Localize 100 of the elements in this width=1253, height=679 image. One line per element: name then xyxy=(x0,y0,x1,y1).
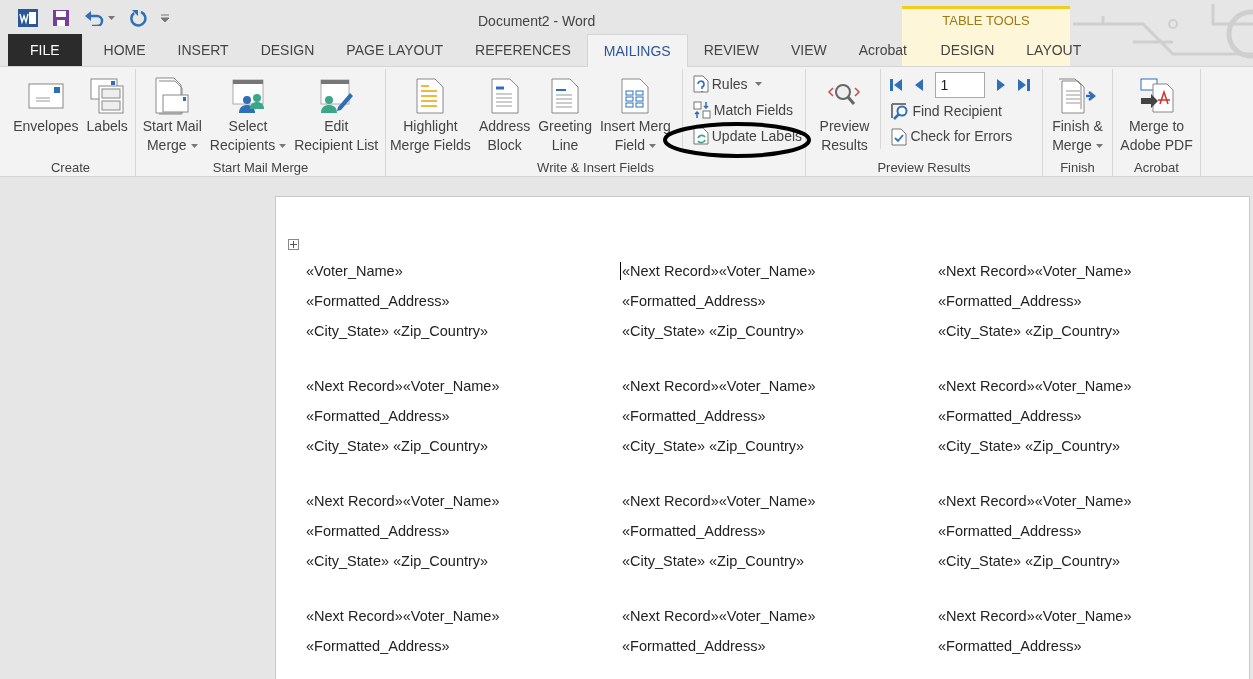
merge-field-text: «Formatted_Address» xyxy=(622,637,766,656)
merge-field-text: «City_State» «Zip_Country» xyxy=(938,552,1121,571)
caret-icon xyxy=(190,144,198,149)
merge-field-text: «City_State» «Zip_Country» xyxy=(306,437,489,456)
merge-field-text: «Voter_Name» xyxy=(306,262,403,281)
merge-field-text: «Formatted_Address» xyxy=(938,522,1082,541)
ribbon-tab[interactable]: INSERT xyxy=(161,34,245,66)
merge-field-text: «Formatted_Address» xyxy=(938,637,1082,656)
merge-field-text: «Formatted_Address» xyxy=(622,407,766,426)
recipient-list-edit-icon xyxy=(318,79,355,113)
highlighted-document-icon xyxy=(416,78,445,114)
ribbon-button[interactable]: Preview Results xyxy=(816,69,873,157)
labels-icon xyxy=(90,78,125,114)
ribbon-button[interactable]: Finish & Merge xyxy=(1049,69,1106,157)
word-logo-icon[interactable] xyxy=(18,8,38,27)
ribbon-button[interactable]: Edit Recipient List xyxy=(291,69,382,157)
greeting-document-icon xyxy=(551,78,580,114)
ribbon-tab[interactable]: HOME xyxy=(87,34,162,66)
ribbon-tab[interactable]: Acrobat xyxy=(842,34,923,66)
merge-field-text: «Formatted_Address» xyxy=(306,407,450,426)
ribbon-small-button[interactable]: Check for Errors xyxy=(889,124,1032,149)
merge-field-text: «Next Record»«Voter_Name» xyxy=(622,492,816,511)
contextual-tab[interactable]: DESIGN xyxy=(928,34,1007,66)
ribbon-tab[interactable]: REFERENCES xyxy=(459,34,587,66)
document-envelope-icon xyxy=(154,77,191,115)
envelope-icon xyxy=(27,83,64,109)
ribbon-button[interactable]: Start Mail Merge xyxy=(139,69,205,157)
update-labels-icon xyxy=(692,127,709,145)
merge-field-text: «Next Record»«Voter_Name» xyxy=(306,607,500,626)
merge-field-text: «Formatted_Address» xyxy=(306,637,450,656)
first-record-icon[interactable] xyxy=(889,78,904,93)
ribbon-button[interactable]: Envelopes xyxy=(10,69,82,157)
merge-field-text: «Formatted_Address» xyxy=(306,292,450,311)
document-arrow-icon xyxy=(1057,78,1098,114)
ribbon-button[interactable]: Insert Merg Field xyxy=(596,69,674,157)
ribbon-button[interactable]: Highlight Merge Fields xyxy=(386,69,474,157)
ribbon-button[interactable]: Select Recipients xyxy=(206,69,290,157)
caret-icon xyxy=(1095,144,1103,149)
merge-field-text: «Next Record»«Voter_Name» xyxy=(938,377,1132,396)
ribbon-small-button[interactable]: Rules xyxy=(690,71,805,97)
ribbon-small-button[interactable]: Find Recipient xyxy=(889,99,1032,125)
ribbon-button[interactable]: Address Block xyxy=(475,69,534,157)
contextual-tab-group-title: TABLE TOOLS xyxy=(942,12,1030,30)
group-label: Write & Insert Fields xyxy=(536,159,655,177)
window-title: Document2 - Word xyxy=(478,12,596,30)
match-fields-icon xyxy=(692,101,711,119)
merge-field-text: «City_State» «Zip_Country» xyxy=(938,322,1121,341)
address-document-icon xyxy=(490,78,519,114)
ribbon-tab[interactable]: DESIGN xyxy=(244,34,331,66)
merge-field-text: «City_State» «Zip_Country» xyxy=(622,322,805,341)
ribbon-tab[interactable]: PAGE LAYOUT xyxy=(330,34,460,66)
last-record-icon[interactable] xyxy=(1017,78,1032,93)
group-label: Start Mail Merge xyxy=(211,159,310,177)
group-label: Acrobat xyxy=(1133,159,1180,177)
dropdown-caret-icon[interactable] xyxy=(108,15,115,20)
undo-icon[interactable] xyxy=(84,9,104,26)
merge-field-text: «Next Record»«Voter_Name» xyxy=(306,377,500,396)
merge-field-text: «Next Record»«Voter_Name» xyxy=(622,262,816,281)
caret-icon xyxy=(649,144,656,149)
caret-icon xyxy=(754,82,762,86)
merge-field-text: «Next Record»«Voter_Name» xyxy=(938,607,1132,626)
ribbon-button[interactable]: Greeting Line xyxy=(535,69,595,157)
recipients-icon xyxy=(230,79,267,113)
merge-field-text: «Next Record»«Voter_Name» xyxy=(622,377,816,396)
contextual-tab[interactable]: LAYOUT xyxy=(1014,34,1094,66)
find-recipient-icon xyxy=(891,102,910,121)
merge-field-text: «Next Record»«Voter_Name» xyxy=(306,492,500,511)
ribbon-small-button[interactable]: Match Fields xyxy=(690,97,805,123)
ribbon-button[interactable]: Labels xyxy=(83,69,131,157)
field-grid-document-icon xyxy=(621,78,650,114)
merge-field-text: «Next Record»«Voter_Name» xyxy=(622,607,816,626)
text-cursor xyxy=(620,262,621,280)
merge-field-text: «Formatted_Address» xyxy=(306,522,450,541)
redo-icon[interactable] xyxy=(129,8,147,27)
merge-field-text: «City_State» «Zip_Country» xyxy=(622,552,805,571)
caret-icon xyxy=(279,144,287,149)
merge-field-text: «Next Record»«Voter_Name» xyxy=(938,492,1132,511)
group-label: Create xyxy=(50,159,91,177)
merge-field-text: «Next Record»«Voter_Name» xyxy=(938,262,1132,281)
rules-question-icon xyxy=(692,75,709,93)
group-label: Preview Results xyxy=(876,159,972,177)
group-label: Finish xyxy=(1059,159,1096,177)
check-errors-icon xyxy=(891,127,908,146)
ribbon-button[interactable]: Merge to Adobe PDF xyxy=(1117,69,1196,157)
merge-field-text: «Formatted_Address» xyxy=(938,407,1082,426)
merge-field-text: «Formatted_Address» xyxy=(622,292,766,311)
ribbon-tab[interactable]: MAILINGS xyxy=(586,34,688,67)
ribbon-tab[interactable]: REVIEW xyxy=(687,34,775,66)
merge-field-text: «City_State» «Zip_Country» xyxy=(622,437,805,456)
record-number-field[interactable]: 1 xyxy=(935,72,986,99)
merge-field-text: «Formatted_Address» xyxy=(938,292,1082,311)
merge-field-text: «City_State» «Zip_Country» xyxy=(306,322,489,341)
merge-field-text: «City_State» «Zip_Country» xyxy=(306,552,489,571)
ribbon-tab[interactable]: FILE xyxy=(8,34,82,66)
merge-field-text: «City_State» «Zip_Country» xyxy=(938,437,1121,456)
customize-toolbar-icon[interactable] xyxy=(161,13,169,22)
pdf-merge-icon xyxy=(1138,78,1175,114)
ribbon-tab[interactable]: VIEW xyxy=(774,34,843,66)
save-icon[interactable] xyxy=(52,8,70,27)
table-move-handle-icon[interactable] xyxy=(288,239,299,250)
